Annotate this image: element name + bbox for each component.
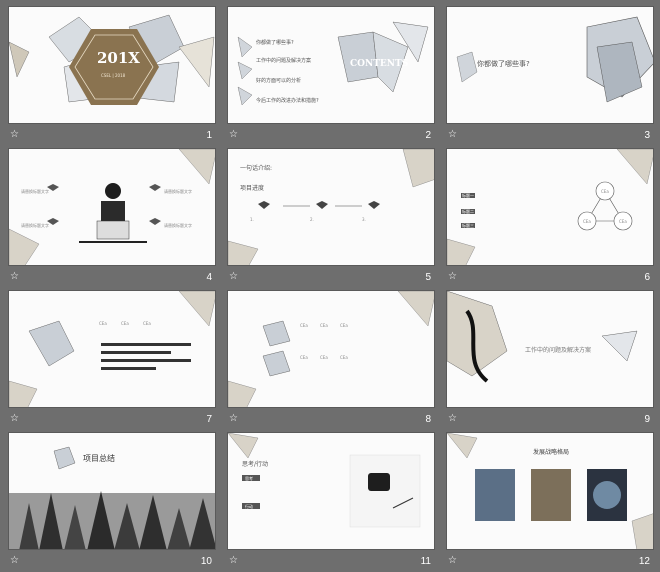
star-icon[interactable]: ☆ [229,129,241,141]
slide-8-label-4: CEa [300,355,308,360]
slide-3-title: 你都做了哪些事? [477,60,530,68]
slide-2-item-1: 你都做了哪些事? [256,40,294,46]
slide-thumbnail-2[interactable]: CONTENTS 你都做了哪些事? 工作中的问题及解决方案 好的方面可以的分析 … [227,6,435,146]
slide-number-8: 8 [425,414,431,425]
slide-thumbnail-5[interactable]: 一句话介绍: 项目进度 1. 2. 3. ☆ 5 [227,148,435,288]
slide-1-canvas: 201X CSEL | 2018 [8,6,216,124]
slide-9-canvas: 工作中的问题及解决方案 [446,290,654,408]
slide-4-label-1: 请替换标题文字 [21,189,49,194]
slide-7-label-1: CEa [99,321,107,326]
slide-6-tag-2: 标题二 [462,209,474,214]
slide-thumbnail-8[interactable]: CEa CEa CEa CEa CEa CEa ☆ 8 [227,290,435,430]
star-icon[interactable]: ☆ [10,271,22,283]
slide-thumbnail-3[interactable]: 你都做了哪些事? ☆ 3 [446,6,654,146]
slide-number-9: 9 [644,414,650,425]
slide-number-7: 7 [206,414,212,425]
slide-number-5: 5 [425,272,431,283]
slide-7-label-2: CEa [121,321,129,326]
star-icon[interactable]: ☆ [10,555,22,567]
star-icon[interactable]: ☆ [448,413,460,425]
slide-5-step-2: 2. [310,217,314,222]
slide-11-tag-1: 思考 [245,476,253,481]
slide-5-step-3: 3. [362,217,366,222]
slide-8-label-1: CEa [300,323,308,328]
slide-2-canvas: CONTENTS 你都做了哪些事? 工作中的问题及解决方案 好的方面可以的分析 … [227,6,435,124]
slide-10-title: 项目总结 [83,454,115,463]
slide-thumbnail-7[interactable]: CEa CEa CEa ☆ 7 [8,290,216,430]
slide-thumbnail-12[interactable]: 发展战略格局 ☆ 12 [446,432,654,572]
slide-2-item-4: 今后工作的改进办法和措施? [256,98,319,104]
slide-11-canvas: 思考/行动 思考 行动 [227,432,435,550]
slide-number-11: 11 [420,556,431,567]
slide-6-circle-3: CEa [619,219,627,224]
slide-number-4: 4 [206,272,212,283]
polygon-art-6 [447,149,653,265]
slide-7-canvas: CEa CEa CEa [8,290,216,408]
slide-5-heading-1: 一句话介绍: [240,165,273,172]
star-icon[interactable]: ☆ [10,413,22,425]
slide-11-heading: 思考/行动 [242,461,269,468]
star-icon[interactable]: ☆ [448,129,460,141]
slide-thumbnail-6[interactable]: CEa CEa CEa 标题一 标题二 标题三 ☆ 6 [446,148,654,288]
polygon-art-11 [228,433,421,528]
polygon-art-4 [9,149,215,265]
slide-thumbnail-1[interactable]: 201X CSEL | 2018 ☆ 1 [8,6,216,146]
slide-6-circle-1: CEa [601,189,609,194]
forest-image [9,446,215,549]
slide-6-circle-2: CEa [583,219,591,224]
slide-thumbnail-10[interactable]: 项目总结 ☆ 10 [8,432,216,572]
slide-thumbnail-11[interactable]: 思考/行动 思考 行动 ☆ 11 [227,432,435,572]
slide-2-item-2: 工作中的问题及解决方案 [256,58,312,64]
slide-number-10: 10 [200,556,212,567]
star-icon[interactable]: ☆ [229,413,241,425]
slide-11-tag-2: 行动 [245,504,253,509]
slide-3-canvas: 你都做了哪些事? [446,6,654,124]
slide-2-title: CONTENTS [350,59,409,69]
polygon-art-7 [9,291,215,407]
slide-number-3: 3 [644,130,650,141]
slide-number-12: 12 [638,556,650,567]
slide-number-1: 1 [206,130,212,141]
slide-1-title: 201X [97,49,140,67]
slide-4-label-2: 请替换标题文字 [164,189,192,194]
slide-9-title: 工作中的问题及解决方案 [525,347,592,354]
slide-8-label-6: CEa [340,355,348,360]
slide-6-tag-3: 标题三 [462,223,474,228]
star-icon[interactable]: ☆ [10,129,22,141]
slide-7-label-3: CEa [143,321,151,326]
slide-5-heading-2: 项目进度 [240,185,265,192]
slide-6-canvas: CEa CEa CEa 标题一 标题二 标题三 [446,148,654,266]
slide-5-canvas: 一句话介绍: 项目进度 1. 2. 3. [227,148,435,266]
slide-8-label-3: CEa [340,323,348,328]
polygon-art-8 [228,291,434,407]
slide-8-label-5: CEa [320,355,328,360]
star-icon[interactable]: ☆ [229,271,241,283]
slide-number-2: 2 [425,130,431,141]
slide-2-item-3: 好的方面可以的分析 [256,78,302,84]
star-icon[interactable]: ☆ [229,555,241,567]
slide-8-canvas: CEa CEa CEa CEa CEa CEa [227,290,435,408]
slide-5-step-1: 1. [250,217,254,222]
slide-1-subtitle: CSEL | 2018 [101,73,126,78]
slide-thumbnail-4[interactable]: 请替换标题文字 请替换标题文字 请替换标题文字 请替换标题文字 ☆ 4 [8,148,216,288]
star-icon[interactable]: ☆ [448,271,460,283]
slide-4-label-3: 请替换标题文字 [21,223,49,228]
star-icon[interactable]: ☆ [448,555,460,567]
slide-6-tag-1: 标题一 [462,193,474,198]
slide-8-label-2: CEa [320,323,328,328]
slide-10-canvas: 项目总结 [8,432,216,550]
slide-number-6: 6 [644,272,650,283]
slide-12-title: 发展战略格局 [533,449,570,456]
slide-12-canvas: 发展战略格局 [446,432,654,550]
slide-thumbnail-9[interactable]: 工作中的问题及解决方案 ☆ 9 [446,290,654,430]
slide-4-canvas: 请替换标题文字 请替换标题文字 请替换标题文字 请替换标题文字 [8,148,216,266]
slide-4-label-4: 请替换标题文字 [164,223,192,228]
